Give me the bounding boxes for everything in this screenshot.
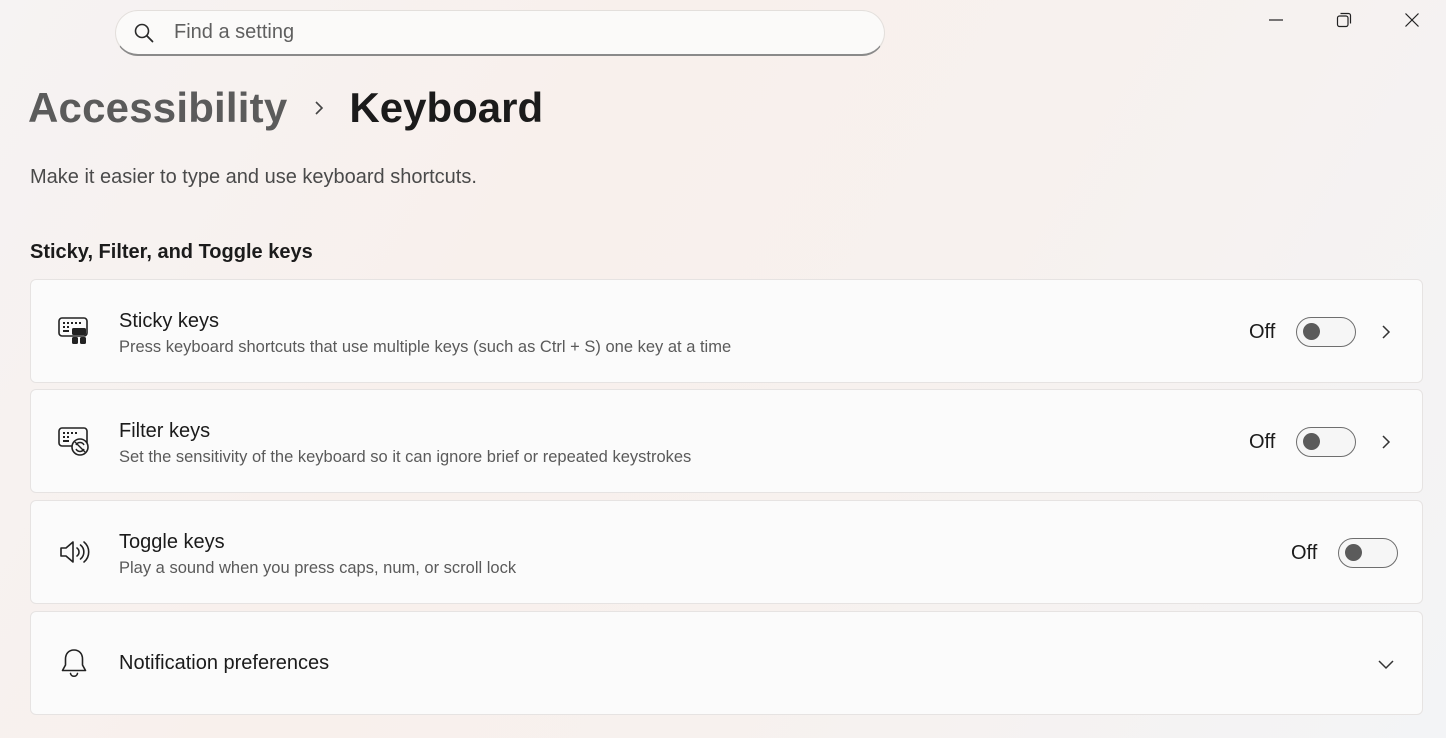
notification-preferences-title: Notification preferences <box>119 652 330 674</box>
toggle-knob <box>1303 433 1320 450</box>
toggle-keys-title: Toggle keys <box>119 531 225 553</box>
toggle-keys-toggle[interactable] <box>1338 538 1398 568</box>
filter-keys-description: Set the sensitivity of the keyboard so i… <box>119 448 692 466</box>
search-icon <box>134 23 154 42</box>
search-box[interactable] <box>115 10 885 56</box>
filter-keys-card[interactable]: Filter keys Set the sensitivity of the k… <box>30 389 1423 493</box>
chevron-down-icon[interactable] <box>1376 654 1396 674</box>
filter-keys-title: Filter keys <box>119 420 211 442</box>
restore-button[interactable] <box>1310 0 1378 40</box>
toggle-keys-card[interactable]: Toggle keys Play a sound when you press … <box>30 500 1423 604</box>
restore-icon <box>1336 12 1352 28</box>
breadcrumb-parent-link[interactable]: Accessibility <box>28 84 287 132</box>
search-input[interactable] <box>174 21 824 44</box>
chevron-right-icon[interactable] <box>1376 322 1396 342</box>
sticky-keys-icon <box>58 317 88 344</box>
toggle-knob <box>1303 323 1320 340</box>
toggle-keys-state: Off <box>1291 542 1318 564</box>
filter-keys-toggle[interactable] <box>1296 427 1356 457</box>
sticky-keys-card[interactable]: Sticky keys Press keyboard shortcuts tha… <box>30 279 1423 383</box>
chevron-right-icon <box>315 101 324 115</box>
sticky-keys-state: Off <box>1249 321 1276 343</box>
sticky-keys-description: Press keyboard shortcuts that use multip… <box>119 338 732 356</box>
toggle-keys-description: Play a sound when you press caps, num, o… <box>119 559 517 577</box>
sticky-keys-toggle[interactable] <box>1296 317 1356 347</box>
section-title: Sticky, Filter, and Toggle keys <box>30 241 313 263</box>
minimize-button[interactable] <box>1242 0 1310 40</box>
sticky-keys-title: Sticky keys <box>119 310 220 332</box>
notification-preferences-card[interactable]: Notification preferences <box>30 611 1423 715</box>
page-description: Make it easier to type and use keyboard … <box>30 166 477 188</box>
speaker-icon <box>60 541 90 563</box>
chevron-right-icon[interactable] <box>1376 432 1396 452</box>
toggle-knob <box>1345 544 1362 561</box>
bell-icon <box>61 649 87 677</box>
close-button[interactable] <box>1378 0 1446 40</box>
filter-keys-state: Off <box>1249 431 1276 453</box>
minimize-icon <box>1269 19 1283 21</box>
close-icon <box>1405 13 1419 27</box>
page-title: Keyboard <box>349 84 544 131</box>
breadcrumb: Accessibility Keyboard <box>28 84 543 132</box>
window-controls <box>1242 0 1446 40</box>
filter-keys-icon <box>58 427 89 456</box>
